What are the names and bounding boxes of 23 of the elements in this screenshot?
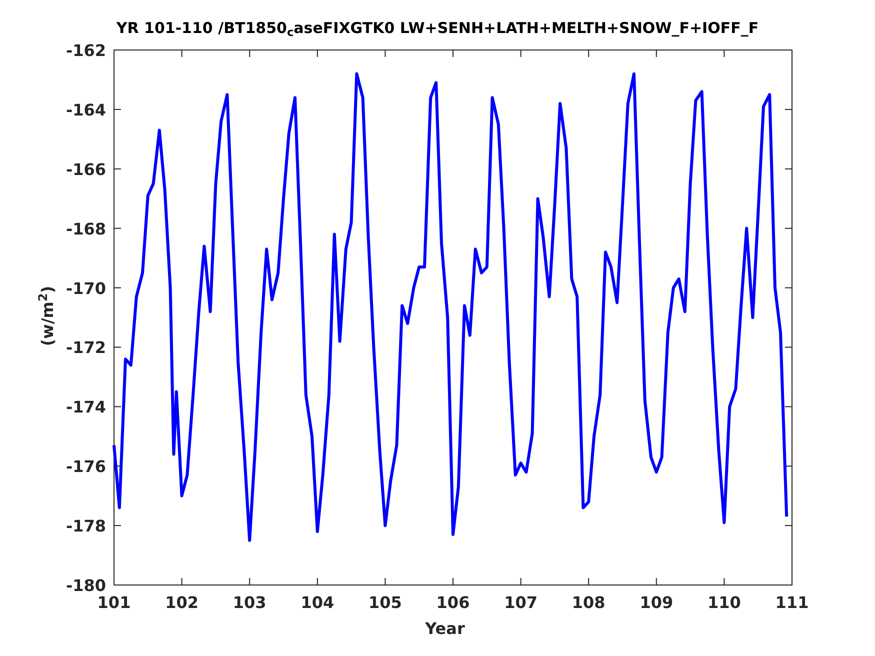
tick-label: 109 (640, 593, 674, 612)
chart-title: YR 101-110 /BT1850$_{c}$aseFIXGTK0 LW+SENH+LATH+MELTH+SNOW_F+IOFF_F (115, 18, 760, 40)
tick-label: -164 (66, 100, 106, 120)
tick-label: -168 (66, 219, 106, 238)
tick-label: 107 (504, 593, 538, 612)
tick-label: -176 (66, 457, 106, 476)
tick-label: 105 (368, 593, 402, 612)
tick-label: 102 (165, 593, 198, 612)
tick-label: 101 (97, 593, 131, 612)
tick-label: 108 (572, 593, 606, 612)
tick-label: 106 (436, 593, 470, 612)
x-axis-label: Year (424, 618, 466, 640)
tick-label: -178 (66, 516, 106, 536)
tick-label: -180 (66, 576, 106, 595)
tick-label: 111 (775, 593, 809, 612)
tick-label: 103 (232, 593, 266, 612)
tick-label: -174 (66, 398, 106, 417)
tick-label: -162 (66, 41, 106, 60)
tick-label: -170 (66, 278, 106, 298)
tick-label: 110 (708, 593, 741, 612)
tick-label: -166 (66, 160, 106, 179)
tick-label: -172 (66, 338, 106, 358)
tick-label: 104 (300, 593, 334, 612)
